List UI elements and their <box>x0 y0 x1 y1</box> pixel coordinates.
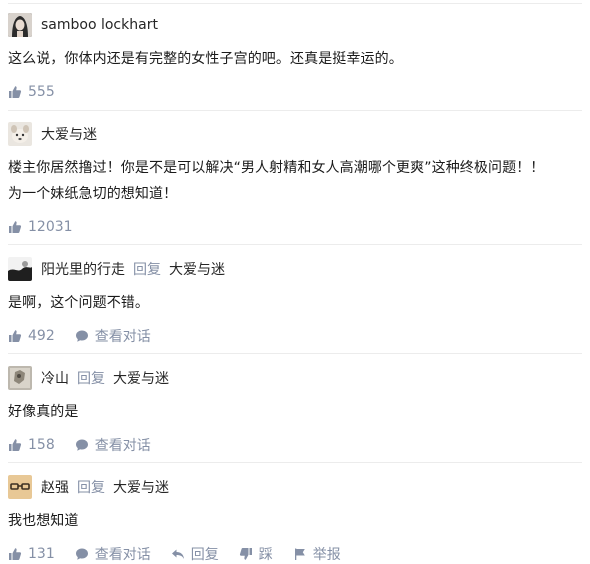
comment-actions: 555 <box>8 83 582 101</box>
divider <box>8 353 582 354</box>
view-conversation-label: 查看对话 <box>94 329 151 345</box>
like-button[interactable]: 12031 <box>8 219 73 235</box>
thumbs-up-icon <box>8 220 22 234</box>
reply-button[interactable]: 回复 <box>171 544 219 564</box>
view-conversation-label: 查看对话 <box>94 438 151 454</box>
like-button[interactable]: 492 <box>8 328 55 344</box>
view-conversation-button[interactable]: 查看对话 <box>75 435 151 455</box>
avatar[interactable] <box>8 475 32 499</box>
comment-header: samboo lockhart <box>8 13 582 37</box>
comment-text-line: 好像真的是 <box>8 404 79 420</box>
comment-author[interactable]: 赵强 <box>41 477 69 497</box>
reply-arrow-icon <box>171 547 185 561</box>
comment-item: 大爱与迷 楼主你居然撸过！你是不是可以解决“男人射精和女人高潮哪个更爽”这种终极… <box>8 122 582 236</box>
speech-bubble-icon <box>75 547 89 561</box>
comment-actions: 158 查看对话 <box>8 436 582 454</box>
avatar[interactable] <box>8 257 32 281</box>
speech-bubble-icon <box>75 438 89 452</box>
reply-label: 回复 <box>190 547 219 563</box>
comment-header: 阳光里的行走 回复 大爱与迷 <box>8 257 582 281</box>
comment-text: 我也想知道 <box>8 508 582 534</box>
avatar[interactable] <box>8 122 32 146</box>
avatar[interactable] <box>8 13 32 37</box>
comment-text-line: 我也想知道 <box>8 513 79 529</box>
comment-header: 赵强 回复 大爱与迷 <box>8 475 582 499</box>
like-button[interactable]: 158 <box>8 437 55 453</box>
comment-text: 是啊，这个问题不错。 <box>8 290 582 316</box>
view-conversation-button[interactable]: 查看对话 <box>75 326 151 346</box>
thumbs-up-icon <box>8 329 22 343</box>
comment-author[interactable]: 大爱与迷 <box>41 124 97 144</box>
reply-label: 回复 <box>77 371 105 387</box>
thumbs-up-icon <box>8 85 22 99</box>
dislike-button[interactable]: 踩 <box>239 544 273 564</box>
like-count: 555 <box>28 84 55 100</box>
comment-text-line: 这么说，你体内还是有完整的女性子宫的吧。还真是挺幸运的。 <box>8 51 403 67</box>
comment-text: 好像真的是 <box>8 399 582 425</box>
comment-header: 冷山 回复 大爱与迷 <box>8 366 582 390</box>
divider <box>8 244 582 245</box>
reply-target[interactable]: 大爱与迷 <box>169 259 225 279</box>
view-conversation-button[interactable]: 查看对话 <box>75 544 151 564</box>
comment-author[interactable]: samboo lockhart <box>41 17 158 33</box>
reply-label: 回复 <box>133 262 161 278</box>
reply-target[interactable]: 大爱与迷 <box>113 477 169 497</box>
flag-icon <box>293 547 307 561</box>
comment-actions: 12031 <box>8 218 582 236</box>
comment-text: 楼主你居然撸过！你是不是可以解决“男人射精和女人高潮哪个更爽”这种终极问题！！ … <box>8 155 582 207</box>
comment-header: 大爱与迷 <box>8 122 582 146</box>
comment-author[interactable]: 阳光里的行走 <box>41 259 125 279</box>
comment-actions: 492 查看对话 <box>8 327 582 345</box>
thumbs-up-icon <box>8 547 22 561</box>
like-button[interactable]: 131 <box>8 546 55 562</box>
view-conversation-label: 查看对话 <box>94 547 151 563</box>
like-button[interactable]: 555 <box>8 84 55 100</box>
like-count: 492 <box>28 328 55 344</box>
thumbs-down-icon <box>239 547 253 561</box>
comment-text-line: 楼主你居然撸过！你是不是可以解决“男人射精和女人高潮哪个更爽”这种终极问题！！ <box>8 160 545 176</box>
comment-item: 赵强 回复 大爱与迷 我也想知道 131 查看对话 回复 踩 举报 <box>8 475 582 563</box>
like-count: 12031 <box>28 219 73 235</box>
report-button[interactable]: 举报 <box>293 544 341 564</box>
speech-bubble-icon <box>75 329 89 343</box>
dislike-label: 踩 <box>258 547 273 563</box>
comment-text-line: 为一个妹纸急切的想知道！ <box>8 186 178 202</box>
comment-author[interactable]: 冷山 <box>41 368 69 388</box>
comment-actions: 131 查看对话 回复 踩 举报 <box>8 545 582 563</box>
comment-text-line: 是啊，这个问题不错。 <box>8 295 149 311</box>
avatar[interactable] <box>8 366 32 390</box>
reply-target[interactable]: 大爱与迷 <box>113 368 169 388</box>
comment-item: samboo lockhart 这么说，你体内还是有完整的女性子宫的吧。还真是挺… <box>8 13 582 101</box>
thumbs-up-icon <box>8 438 22 452</box>
report-label: 举报 <box>312 547 341 563</box>
comment-text: 这么说，你体内还是有完整的女性子宫的吧。还真是挺幸运的。 <box>8 46 582 72</box>
like-count: 158 <box>28 437 55 453</box>
reply-label: 回复 <box>77 480 105 496</box>
divider <box>8 462 582 463</box>
comment-item: 冷山 回复 大爱与迷 好像真的是 158 查看对话 <box>8 366 582 454</box>
divider <box>8 110 582 111</box>
like-count: 131 <box>28 546 55 562</box>
divider <box>8 3 582 4</box>
comment-item: 阳光里的行走 回复 大爱与迷 是啊，这个问题不错。 492 查看对话 <box>8 257 582 345</box>
